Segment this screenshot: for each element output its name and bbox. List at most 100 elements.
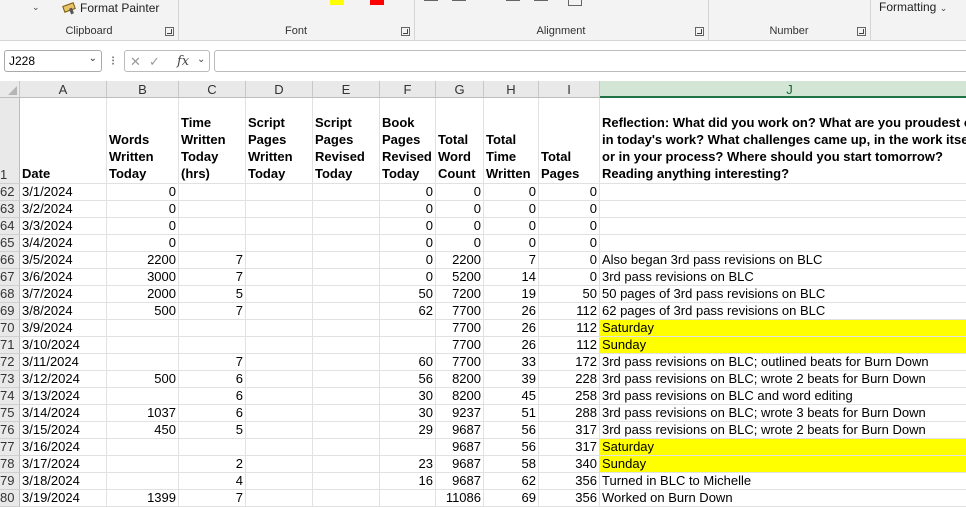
- table-cell[interactable]: [380, 320, 436, 337]
- table-cell[interactable]: [313, 456, 380, 473]
- table-cell[interactable]: 9687: [436, 422, 484, 439]
- table-cell[interactable]: 500: [107, 303, 179, 320]
- column-header-g[interactable]: G: [436, 81, 484, 98]
- table-cell[interactable]: 7200: [436, 286, 484, 303]
- table-cell[interactable]: [313, 235, 380, 252]
- reflection-cell[interactable]: Worked on Burn Down: [600, 490, 966, 507]
- table-cell[interactable]: 56: [484, 422, 539, 439]
- reflection-cell[interactable]: Sunday: [600, 337, 966, 354]
- table-cell[interactable]: [313, 422, 380, 439]
- row-header[interactable]: 74: [0, 388, 20, 405]
- row-header[interactable]: 76: [0, 422, 20, 439]
- table-cell[interactable]: [107, 473, 179, 490]
- align-bottom-icon[interactable]: [424, 0, 438, 4]
- table-cell[interactable]: 450: [107, 422, 179, 439]
- table-cell[interactable]: [107, 337, 179, 354]
- table-cell[interactable]: [246, 286, 313, 303]
- table-cell[interactable]: [246, 303, 313, 320]
- table-cell[interactable]: 0: [484, 218, 539, 235]
- reflection-cell[interactable]: 3rd pass revisions on BLC and word editi…: [600, 388, 966, 405]
- table-cell[interactable]: 26: [484, 337, 539, 354]
- table-cell[interactable]: 7: [179, 354, 246, 371]
- table-cell[interactable]: [246, 439, 313, 456]
- row-header[interactable]: 63: [0, 201, 20, 218]
- table-cell[interactable]: 51: [484, 405, 539, 422]
- table-cell[interactable]: [179, 201, 246, 218]
- table-cell[interactable]: 3/5/2024: [20, 252, 107, 269]
- header-cell-f[interactable]: Book Pages Revised Today: [380, 98, 436, 184]
- reflection-cell[interactable]: 62 pages of 3rd pass revisions on BLC: [600, 303, 966, 320]
- table-cell[interactable]: 0: [107, 218, 179, 235]
- select-all-corner[interactable]: [0, 81, 20, 98]
- row-header[interactable]: 72: [0, 354, 20, 371]
- table-cell[interactable]: 112: [539, 320, 600, 337]
- header-cell-e[interactable]: Script Pages Revised Today: [313, 98, 380, 184]
- row-header[interactable]: 77: [0, 439, 20, 456]
- column-header-e[interactable]: E: [313, 81, 380, 98]
- dialog-launcher-icon[interactable]: [695, 27, 704, 36]
- table-cell[interactable]: 2200: [436, 252, 484, 269]
- table-cell[interactable]: 26: [484, 320, 539, 337]
- column-header-d[interactable]: D: [246, 81, 313, 98]
- reflection-cell[interactable]: [600, 201, 966, 218]
- table-cell[interactable]: 112: [539, 337, 600, 354]
- table-cell[interactable]: 3/4/2024: [20, 235, 107, 252]
- table-cell[interactable]: 0: [539, 269, 600, 286]
- table-cell[interactable]: 0: [484, 235, 539, 252]
- table-cell[interactable]: 8200: [436, 371, 484, 388]
- table-cell[interactable]: [313, 473, 380, 490]
- cancel-icon[interactable]: ✕: [130, 54, 141, 70]
- row-header[interactable]: 69: [0, 303, 20, 320]
- reflection-cell[interactable]: 3rd pass revisions on BLC; wrote 3 beats…: [600, 405, 966, 422]
- table-cell[interactable]: [313, 388, 380, 405]
- table-cell[interactable]: [313, 320, 380, 337]
- reflection-cell[interactable]: 3rd pass revisions on BLC; wrote 2 beats…: [600, 422, 966, 439]
- table-cell[interactable]: 19: [484, 286, 539, 303]
- highlight-color-swatch[interactable]: [330, 0, 344, 5]
- table-cell[interactable]: 0: [436, 201, 484, 218]
- table-cell[interactable]: 50: [539, 286, 600, 303]
- table-cell[interactable]: 172: [539, 354, 600, 371]
- table-cell[interactable]: 7: [179, 490, 246, 507]
- table-cell[interactable]: [246, 252, 313, 269]
- table-cell[interactable]: 7: [179, 252, 246, 269]
- table-cell[interactable]: 317: [539, 422, 600, 439]
- row-header[interactable]: 65: [0, 235, 20, 252]
- reflection-cell[interactable]: Saturday: [600, 439, 966, 456]
- merge-center-icon[interactable]: [568, 0, 582, 6]
- table-cell[interactable]: 3/11/2024: [20, 354, 107, 371]
- table-cell[interactable]: [246, 235, 313, 252]
- table-cell[interactable]: 0: [380, 252, 436, 269]
- table-cell[interactable]: 5: [179, 286, 246, 303]
- row-header[interactable]: 68: [0, 286, 20, 303]
- header-cell-i[interactable]: Total Pages: [539, 98, 600, 184]
- row-header[interactable]: 75: [0, 405, 20, 422]
- table-cell[interactable]: 62: [380, 303, 436, 320]
- table-cell[interactable]: [246, 184, 313, 201]
- table-cell[interactable]: 30: [380, 405, 436, 422]
- header-cell-b[interactable]: Words Written Today: [107, 98, 179, 184]
- table-cell[interactable]: 356: [539, 490, 600, 507]
- table-cell[interactable]: 56: [484, 439, 539, 456]
- table-cell[interactable]: 6: [179, 405, 246, 422]
- table-cell[interactable]: [380, 490, 436, 507]
- table-cell[interactable]: [313, 252, 380, 269]
- table-cell[interactable]: [313, 201, 380, 218]
- table-cell[interactable]: 0: [380, 184, 436, 201]
- table-cell[interactable]: 0: [539, 235, 600, 252]
- table-cell[interactable]: 3/15/2024: [20, 422, 107, 439]
- table-cell[interactable]: 0: [107, 235, 179, 252]
- table-cell[interactable]: [380, 337, 436, 354]
- table-cell[interactable]: [179, 337, 246, 354]
- table-cell[interactable]: 3/8/2024: [20, 303, 107, 320]
- table-cell[interactable]: 2000: [107, 286, 179, 303]
- table-cell[interactable]: [246, 456, 313, 473]
- column-header-h[interactable]: H: [484, 81, 539, 98]
- table-cell[interactable]: 7700: [436, 354, 484, 371]
- row-header[interactable]: 71: [0, 337, 20, 354]
- table-cell[interactable]: 7: [179, 269, 246, 286]
- row-header[interactable]: 67: [0, 269, 20, 286]
- row-header[interactable]: 66: [0, 252, 20, 269]
- table-cell[interactable]: 8200: [436, 388, 484, 405]
- table-cell[interactable]: [107, 320, 179, 337]
